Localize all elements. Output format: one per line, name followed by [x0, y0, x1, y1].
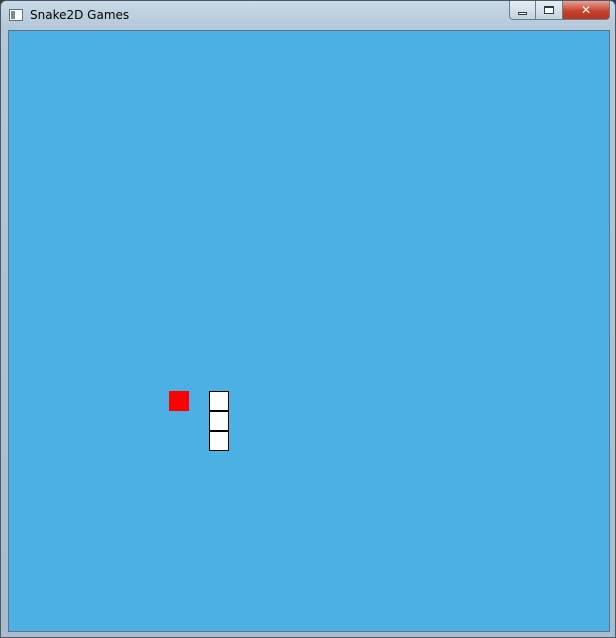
- app-window-icon[interactable]: [9, 9, 23, 21]
- title-bar[interactable]: Snake2D Games ✕: [1, 1, 615, 29]
- minimize-icon: [518, 11, 527, 15]
- maximize-button[interactable]: [536, 1, 563, 20]
- snake-body-segment: [209, 411, 229, 431]
- snake-body-segment: [209, 431, 229, 451]
- maximize-icon: [544, 6, 554, 14]
- close-icon: ✕: [580, 3, 592, 17]
- minimize-button[interactable]: [509, 1, 536, 20]
- food-item: [169, 391, 189, 411]
- close-button[interactable]: ✕: [563, 1, 610, 20]
- snake-head: [209, 391, 229, 411]
- game-board[interactable]: [8, 30, 610, 632]
- game-window: Snake2D Games ✕: [0, 0, 616, 638]
- window-title: Snake2D Games: [30, 8, 130, 22]
- caption-buttons: ✕: [509, 1, 610, 21]
